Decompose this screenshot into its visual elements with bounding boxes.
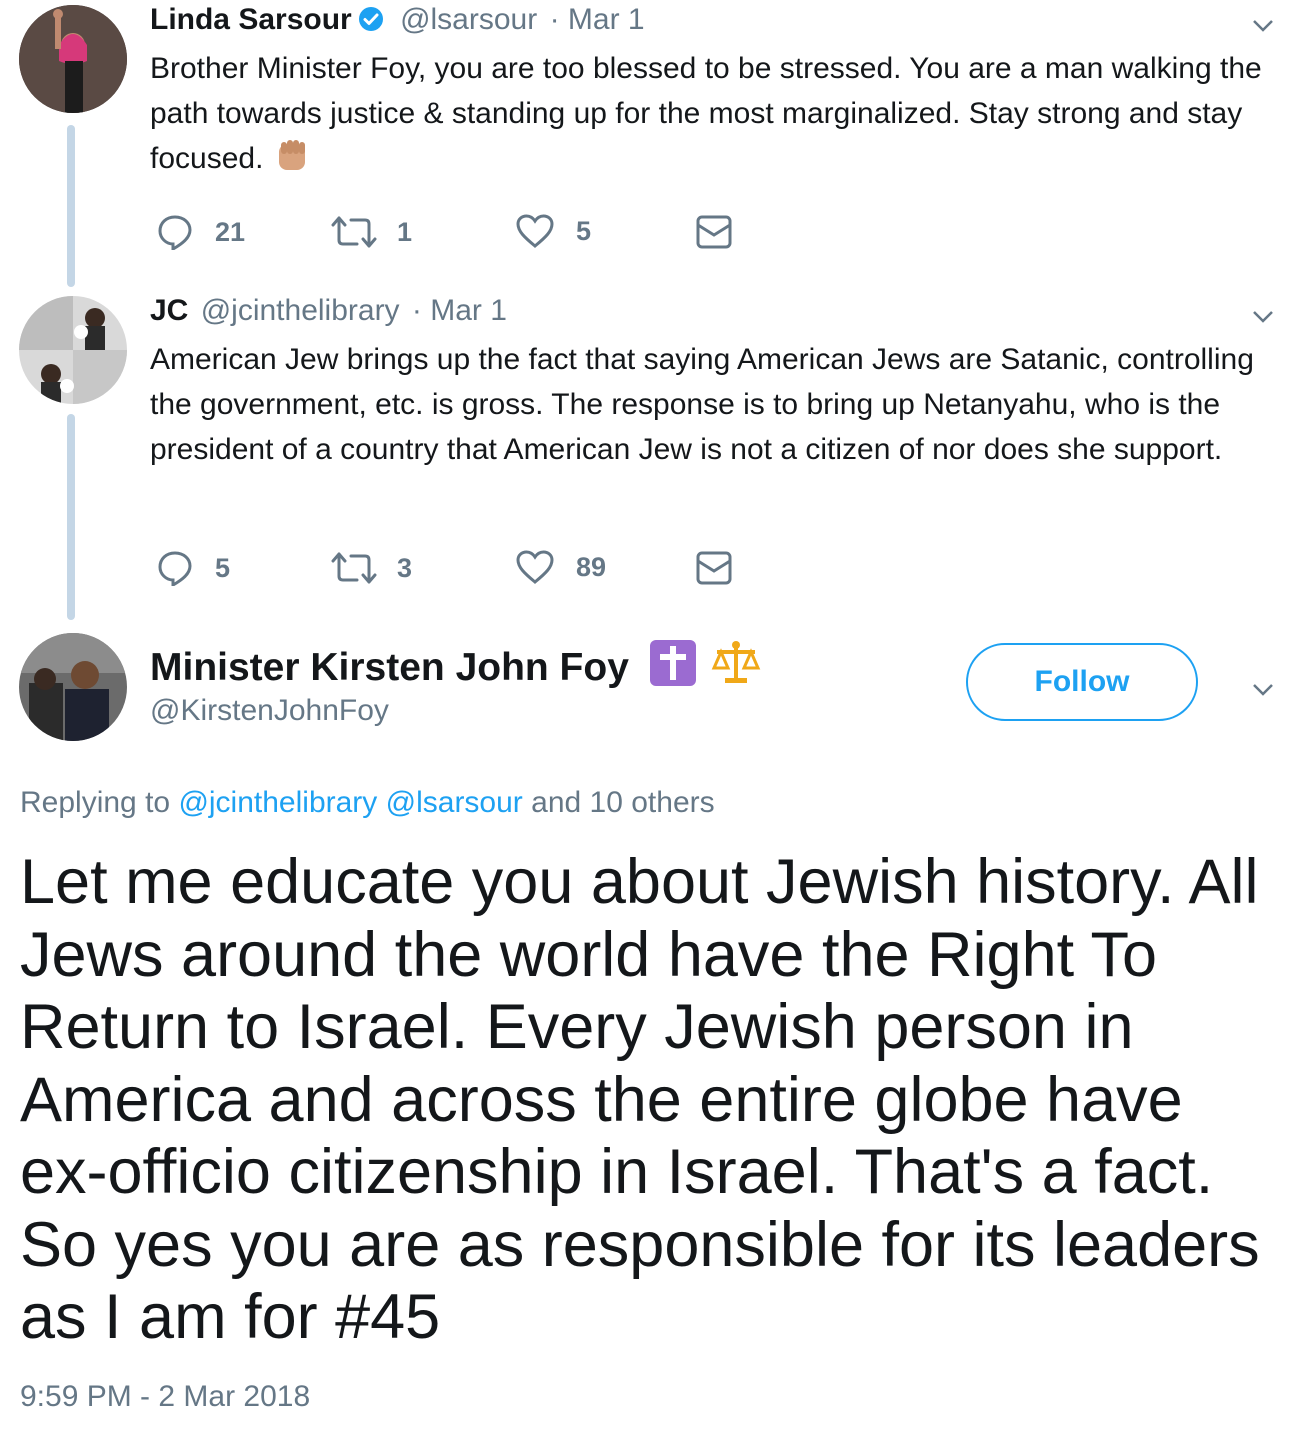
author-name[interactable]: Linda Sarsour: [150, 3, 352, 36]
retweet-button[interactable]: 1: [331, 214, 412, 250]
author-name[interactable]: JC: [150, 294, 188, 327]
mention-link[interactable]: @lsarsour: [386, 786, 523, 819]
like-button[interactable]: 5: [516, 214, 591, 248]
replying-others[interactable]: and 10 others: [531, 786, 714, 819]
main-author-name-text: Minister Kirsten John Foy: [150, 646, 629, 689]
verified-badge-icon: [358, 6, 384, 32]
tweet-text: American Jew brings up the fact that say…: [150, 343, 1254, 466]
follow-button[interactable]: Follow: [966, 643, 1198, 721]
tweet-date[interactable]: · Mar 1: [550, 3, 645, 36]
tweet-date[interactable]: · Mar 1: [412, 294, 507, 327]
chevron-down-icon[interactable]: [1252, 305, 1274, 327]
replying-to: Replying to @jcinthelibrary @lsarsour an…: [20, 786, 715, 820]
reply-button[interactable]: 21: [157, 214, 245, 250]
tweet-header: Linda Sarsour @lsarsour · Mar 1: [150, 3, 645, 37]
main-author-handle[interactable]: @KirstenJohnFoy: [150, 694, 389, 728]
retweet-count: 1: [397, 216, 413, 247]
tweet-body: Brother Minister Foy, you are too blesse…: [150, 52, 1262, 175]
like-count: 89: [576, 551, 607, 582]
direct-message-icon[interactable]: [696, 551, 732, 585]
reply-icon: [158, 551, 192, 586]
tweet-timestamp[interactable]: 9:59 PM - 2 Mar 2018: [20, 1380, 310, 1414]
author-handle[interactable]: @jcinthelibrary: [201, 294, 400, 327]
heart-icon: [516, 214, 554, 248]
retweet-count: 3: [397, 552, 413, 583]
thread-line: [67, 125, 75, 287]
reply-count: 21: [215, 216, 246, 247]
heart-icon: [516, 550, 554, 584]
tweet-text: Brother Minister Foy, you are too blesse…: [150, 46, 1270, 181]
like-button[interactable]: 89: [516, 550, 606, 584]
direct-message-icon[interactable]: [696, 215, 732, 249]
reply-icon: [158, 215, 192, 250]
reply-count: 5: [215, 552, 231, 583]
replying-prefix: Replying to: [20, 786, 171, 819]
balance-scale-icon: [711, 640, 761, 696]
main-tweet-text: Let me educate you about Jewish history.…: [20, 847, 1260, 1352]
latin-cross-icon: [649, 640, 696, 696]
reply-button[interactable]: 5: [157, 550, 230, 586]
like-count: 5: [576, 215, 592, 246]
raised-fist-icon: [273, 136, 311, 174]
retweet-icon: [331, 552, 377, 584]
main-author-name[interactable]: Minister Kirsten John Foy: [150, 640, 761, 696]
thread-line: [67, 414, 75, 620]
retweet-icon: [331, 216, 377, 248]
author-handle[interactable]: @lsarsour: [400, 3, 537, 36]
avatar-lsarsour[interactable]: [19, 5, 127, 113]
chevron-down-icon[interactable]: [1252, 678, 1274, 700]
mention-link[interactable]: @jcinthelibrary: [178, 786, 377, 819]
retweet-button[interactable]: 3: [331, 550, 412, 586]
avatar-jcinthelibrary[interactable]: [19, 296, 127, 404]
chevron-down-icon[interactable]: [1252, 14, 1274, 36]
tweet-header: JC @jcinthelibrary · Mar 1: [150, 294, 507, 328]
avatar-kirstenjohnfoy[interactable]: [19, 633, 127, 741]
